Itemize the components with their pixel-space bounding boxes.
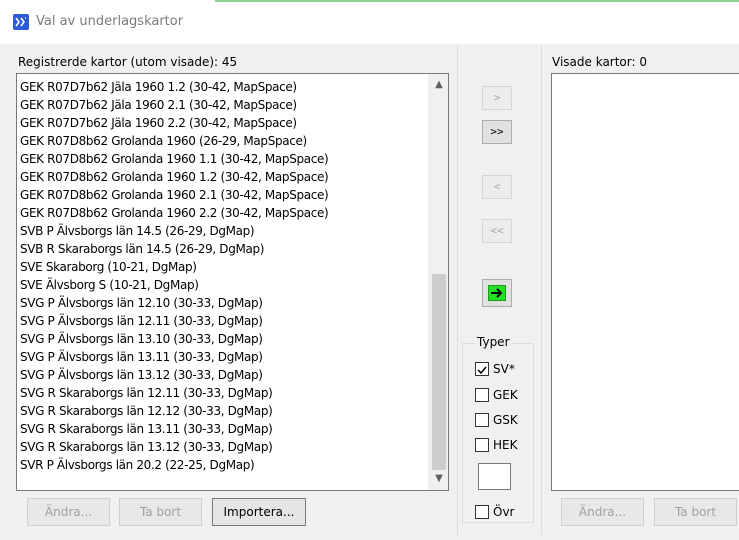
types-group-label: Typer — [475, 335, 512, 349]
registered-maps-label: Registrerde kartor (utom visade): 45 — [18, 55, 238, 69]
green-arrow-icon — [488, 285, 506, 301]
title-bar: Val av underlagskartor — [0, 0, 739, 44]
checkbox-box[interactable] — [475, 388, 489, 402]
checkbox-box[interactable] — [475, 438, 489, 452]
list-item[interactable]: GEK R07D8b62 Grolanda 1960 1.1 (30-42, M… — [20, 150, 426, 168]
shown-maps-list[interactable] — [551, 73, 739, 491]
checkbox-label: SV* — [493, 362, 515, 376]
list-item[interactable]: SVG R Skaraborgs län 12.12 (30-33, DgMap… — [20, 402, 426, 420]
left-edit-button[interactable]: Ändra... — [27, 498, 110, 526]
import-button[interactable]: Importera... — [212, 498, 306, 526]
list-item[interactable]: GEK R07D8b62 Grolanda 1960 1.2 (30-42, M… — [20, 168, 426, 186]
right-edit-button[interactable]: Ändra... — [561, 498, 644, 526]
add-selected-button[interactable]: > — [482, 86, 512, 110]
checkbox-box[interactable] — [475, 505, 489, 519]
remove-selected-button[interactable]: < — [482, 175, 512, 199]
list-item[interactable]: SVG P Älvsborgs län 13.11 (30-33, DgMap) — [20, 348, 426, 366]
list-item[interactable]: GEK R07D7b62 Jäla 1960 1.2 (30-42, MapSp… — [20, 78, 426, 96]
list-item[interactable]: SVB R Skaraborgs län 14.5 (26-29, DgMap) — [20, 240, 426, 258]
checkbox-box[interactable] — [475, 362, 489, 376]
scroll-up-icon[interactable]: ▲ — [429, 76, 448, 94]
checkbox-box[interactable] — [475, 413, 489, 427]
type-filter-input[interactable] — [478, 463, 511, 490]
divider — [541, 45, 542, 535]
list-item[interactable]: SVG P Älvsborgs län 13.12 (30-33, DgMap) — [20, 366, 426, 384]
list-item[interactable]: SVG P Älvsborgs län 13.10 (30-33, DgMap) — [20, 330, 426, 348]
checkbox-label: HEK — [493, 438, 518, 452]
checkmark-icon — [477, 366, 487, 375]
left-delete-button[interactable]: Ta bort — [119, 498, 202, 526]
window-title: Val av underlagskartor — [36, 14, 184, 29]
scrollbar-thumb[interactable] — [432, 274, 446, 470]
shown-maps-label: Visade kartor: 0 — [552, 55, 647, 69]
scroll-down-icon[interactable]: ▼ — [429, 470, 448, 488]
list-item[interactable]: GEK R07D7b62 Jäla 1960 2.2 (30-42, MapSp… — [20, 114, 426, 132]
list-item[interactable]: SVB P Älvsborgs län 14.5 (26-29, DgMap) — [20, 222, 426, 240]
right-delete-button[interactable]: Ta bort — [654, 498, 737, 526]
checkbox-label: GEK — [493, 388, 518, 402]
list-item[interactable]: GEK R07D8b62 Grolanda 1960 2.1 (30-42, M… — [20, 186, 426, 204]
divider — [457, 45, 458, 535]
list-item[interactable]: SVG R Skaraborgs län 12.11 (30-33, DgMap… — [20, 384, 426, 402]
registered-maps-list[interactable]: GEK R07D7b62 Jäla 1960 1.2 (30-42, MapSp… — [16, 73, 449, 491]
list-item[interactable]: SVG R Skaraborgs län 13.11 (30-33, DgMap… — [20, 420, 426, 438]
list-item[interactable]: SVR P Älvsborgs län 20.2 (22-25, DgMap) — [20, 456, 426, 474]
list-items: GEK R07D7b62 Jäla 1960 1.2 (30-42, MapSp… — [20, 78, 426, 474]
add-all-button[interactable]: >> — [482, 120, 512, 144]
app-icon — [13, 14, 29, 30]
list-item[interactable]: SVE Skaraborg (10-21, DgMap) — [20, 258, 426, 276]
list-item[interactable]: GEK R07D7b62 Jäla 1960 2.1 (30-42, MapSp… — [20, 96, 426, 114]
list-item[interactable]: SVG P Älvsborgs län 12.10 (30-33, DgMap) — [20, 294, 426, 312]
checkbox-label: GSK — [493, 413, 518, 427]
vertical-scrollbar[interactable]: ▲ ▼ — [428, 74, 448, 490]
apply-button[interactable] — [482, 279, 512, 307]
remove-all-button[interactable]: << — [482, 219, 512, 243]
checkbox-label: Övr — [493, 505, 515, 519]
list-item[interactable]: SVG R Skaraborgs län 13.12 (30-33, DgMap… — [20, 438, 426, 456]
list-item[interactable]: GEK R07D8b62 Grolanda 1960 2.2 (30-42, M… — [20, 204, 426, 222]
list-item[interactable]: SVG P Älvsborgs län 12.11 (30-33, DgMap) — [20, 312, 426, 330]
list-item[interactable]: SVE Älvsborg S (10-21, DgMap) — [20, 276, 426, 294]
title-bar-accent-line — [215, 0, 739, 2]
list-item[interactable]: GEK R07D8b62 Grolanda 1960 (26-29, MapSp… — [20, 132, 426, 150]
